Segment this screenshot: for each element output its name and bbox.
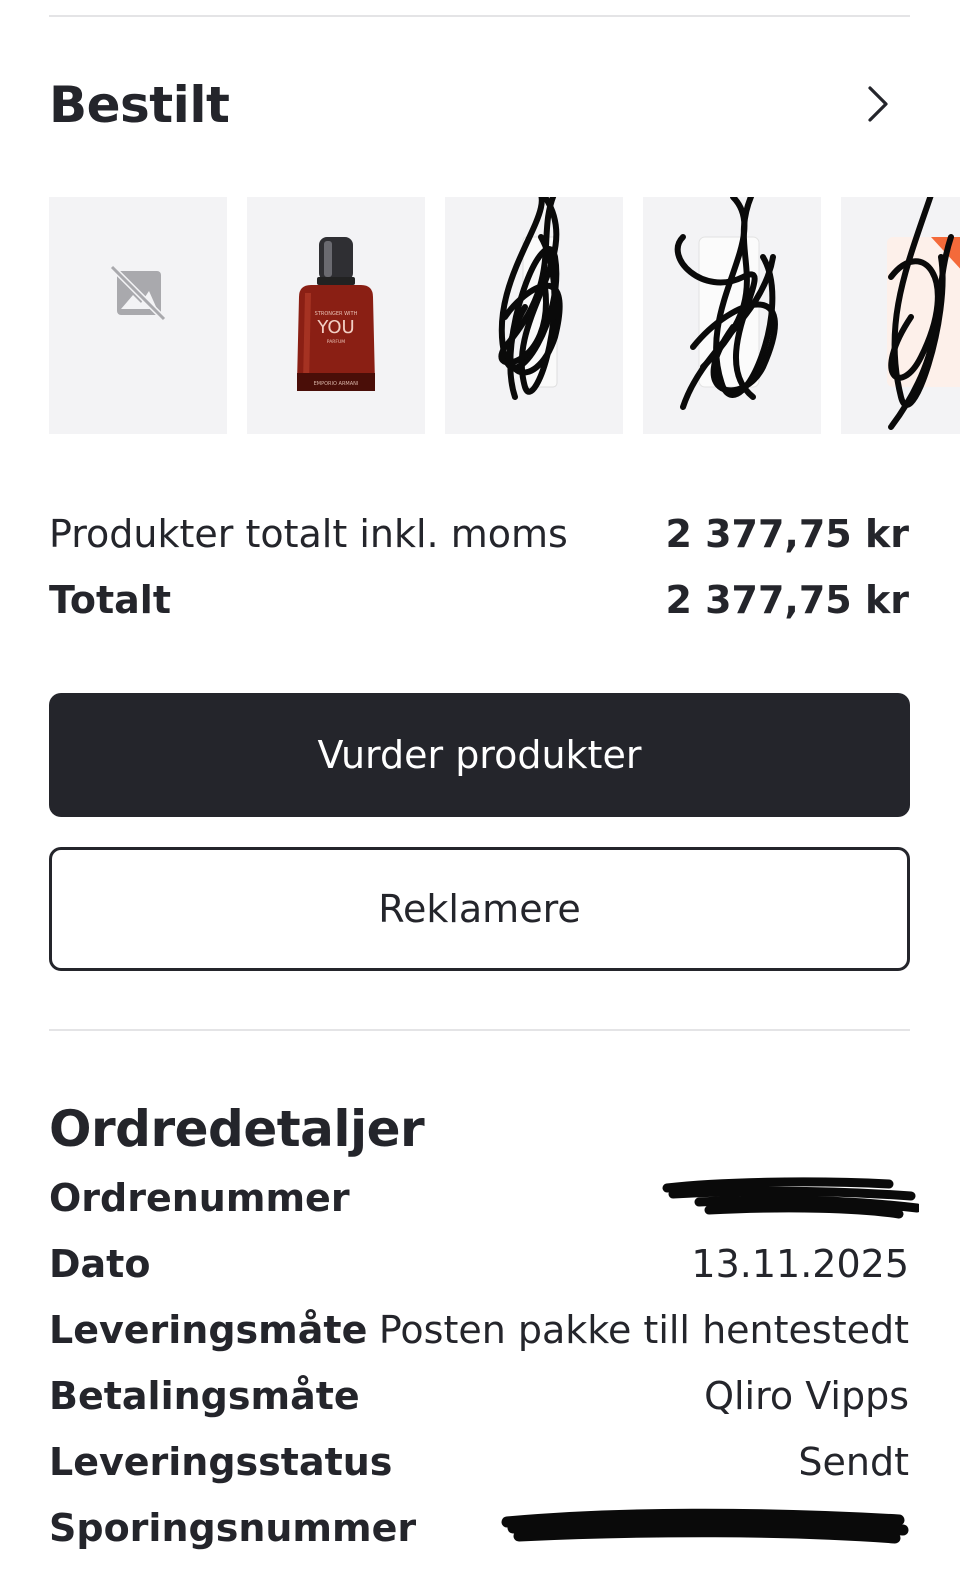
detail-value: Sendt — [798, 1440, 909, 1484]
product-thumb[interactable] — [841, 197, 960, 434]
broken-image-icon — [109, 264, 167, 322]
complaint-button[interactable]: Reklamere — [49, 847, 910, 971]
detail-row-date: Dato 13.11.2025 — [49, 1242, 909, 1298]
chevron-right-icon[interactable] — [858, 84, 898, 124]
detail-row-tracking-number: Sporingsnummer — [49, 1506, 909, 1562]
detail-row-delivery-status: Leveringsstatus Sendt — [49, 1440, 909, 1496]
product-thumbnails: STRONGER WITH YOU PARFUM EMPORIO ARMANI — [49, 197, 960, 435]
total-value: 2 377,75 kr — [665, 578, 909, 622]
product-thumb[interactable] — [643, 197, 821, 434]
detail-value: Qliro Vipps — [704, 1374, 909, 1418]
order-details-title: Ordredetaljer — [49, 1100, 425, 1158]
redacted-product-image — [887, 197, 960, 430]
detail-row-delivery-method: Leveringsmåte Posten pakke till henteste… — [49, 1308, 909, 1364]
subtotal-label: Produkter totalt inkl. moms — [49, 512, 568, 556]
product-thumb[interactable] — [445, 197, 623, 434]
detail-key: Sporingsnummer — [49, 1506, 417, 1550]
detail-value: Posten pakke till hentestedt — [378, 1308, 909, 1352]
product-thumb[interactable] — [49, 197, 227, 434]
detail-key: Betalingsmåte — [49, 1374, 360, 1418]
perfume-label-big: YOU — [316, 317, 354, 338]
redaction-scribble — [662, 1177, 919, 1219]
detail-key: Dato — [49, 1242, 151, 1286]
detail-key: Leveringsmåte — [49, 1308, 368, 1352]
subtotal-value: 2 377,75 kr — [665, 512, 909, 556]
ordered-header[interactable]: Bestilt — [49, 70, 910, 140]
detail-row-payment-method: Betalingsmåte Qliro Vipps — [49, 1374, 909, 1430]
perfume-brand: EMPORIO ARMANI — [314, 381, 359, 387]
detail-key: Leveringsstatus — [49, 1440, 393, 1484]
top-divider — [49, 15, 910, 17]
perfume-label-sub: PARFUM — [327, 339, 346, 345]
total-row: Totalt 2 377,75 kr — [49, 578, 909, 634]
perfume-bottle-image: STRONGER WITH YOU PARFUM EMPORIO ARMANI — [297, 237, 375, 391]
subtotal-row: Produkter totalt inkl. moms 2 377,75 kr — [49, 512, 909, 568]
total-label: Totalt — [49, 578, 171, 622]
redacted-product-image — [498, 197, 563, 400]
detail-row-order-number: Ordrenummer — [49, 1176, 919, 1232]
detail-key: Ordrenummer — [49, 1176, 350, 1220]
detail-value: 13.11.2025 — [691, 1242, 909, 1286]
ordered-title: Bestilt — [49, 76, 230, 134]
details-divider — [49, 1029, 910, 1031]
product-thumb[interactable]: STRONGER WITH YOU PARFUM EMPORIO ARMANI — [247, 197, 425, 434]
review-products-button[interactable]: Vurder produkter — [49, 693, 910, 817]
redaction-scribble — [501, 1508, 909, 1544]
redacted-product-image — [674, 197, 778, 410]
